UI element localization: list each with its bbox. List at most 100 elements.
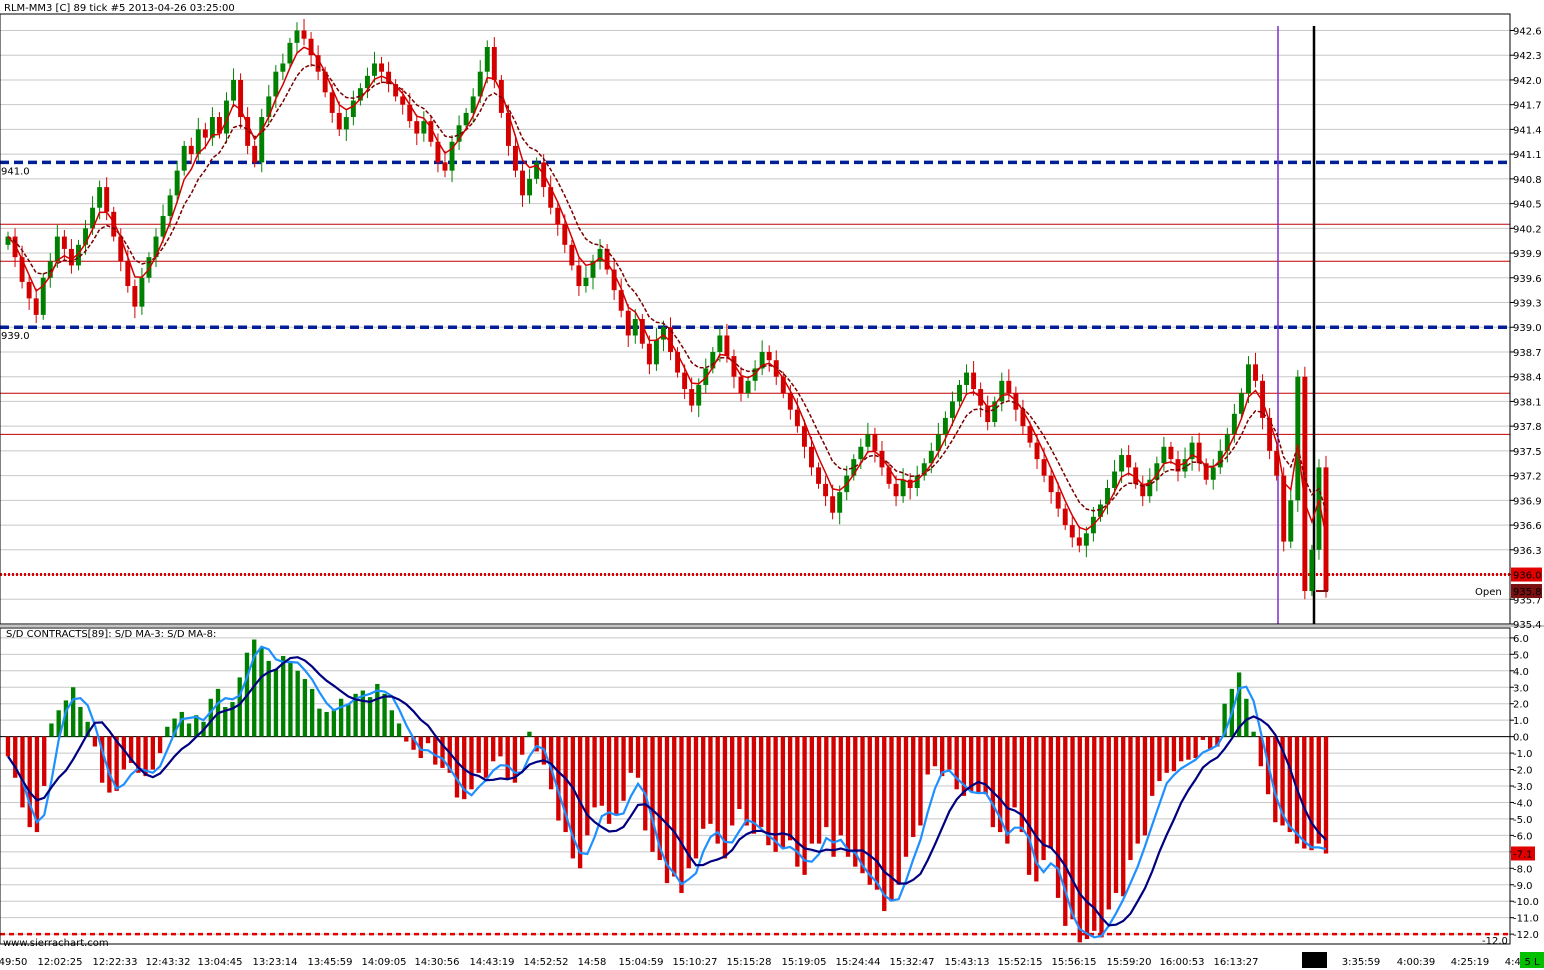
sd-bar-negative bbox=[925, 736, 930, 775]
sd-bar-negative bbox=[780, 736, 786, 849]
candle-down bbox=[125, 261, 131, 287]
price-tick-label: 936.3 bbox=[1513, 546, 1542, 557]
candle-down bbox=[724, 335, 730, 357]
candle-up bbox=[181, 145, 187, 171]
candle-up bbox=[174, 170, 180, 196]
sd-panel-title: S/D CONTRACTS[89]: S/D MA-3: S/D MA-8: bbox=[6, 629, 216, 640]
candle-up bbox=[287, 42, 293, 64]
candle-down bbox=[104, 187, 110, 212]
candle-down bbox=[1006, 380, 1012, 394]
sd-tick-label: -2.0 bbox=[1513, 766, 1533, 777]
candle-down bbox=[26, 281, 32, 299]
time-tick-label: 14:30:56 bbox=[415, 957, 460, 968]
sd-bar-negative bbox=[1287, 736, 1292, 833]
candle-up bbox=[964, 372, 970, 385]
candle-down bbox=[823, 483, 829, 497]
sd-bar-negative bbox=[1048, 736, 1053, 849]
price-tick-label: 942.6 bbox=[1513, 26, 1542, 37]
sd-bar-negative bbox=[1077, 736, 1082, 943]
sd-level-label: -12.0 bbox=[1482, 936, 1508, 947]
price-tick-label: 937.5 bbox=[1513, 447, 1542, 458]
candle-down bbox=[1076, 537, 1082, 546]
candle-down bbox=[1055, 492, 1061, 509]
sd-bar-negative bbox=[976, 736, 981, 793]
sd-tick-label: -12.0 bbox=[1513, 930, 1539, 941]
candle-up bbox=[527, 178, 533, 196]
sd-bar-positive bbox=[208, 698, 213, 737]
candle-up bbox=[900, 479, 906, 497]
sd-bar-negative bbox=[730, 736, 735, 826]
candle-up bbox=[653, 339, 659, 365]
sd-bar-positive bbox=[324, 711, 329, 737]
chart-canvas[interactable]: 941.0 939.0 -12.0 942.6 942.3 942.0 941.7 941.… bbox=[0, 0, 1544, 970]
candle-up bbox=[484, 46, 490, 72]
candle-up bbox=[661, 327, 666, 340]
chart-window: 941.0 939.0 -12.0 942.6 942.3 942.0 941.7 941.… bbox=[0, 0, 1544, 970]
candle-down bbox=[562, 224, 568, 245]
sd-bar-negative bbox=[882, 736, 887, 912]
sd-bar-negative bbox=[643, 736, 648, 831]
sd-bar-negative bbox=[758, 736, 764, 828]
sd-bar-negative bbox=[874, 736, 880, 890]
sd-bar-positive bbox=[259, 647, 264, 737]
sd-bar-positive bbox=[527, 731, 532, 737]
sd-bar-negative bbox=[918, 736, 923, 826]
sd-bar-negative bbox=[454, 736, 460, 798]
sd-bar-negative bbox=[1113, 736, 1119, 893]
sd-bar-negative bbox=[1012, 736, 1017, 808]
sd-bar-negative bbox=[816, 736, 822, 844]
time-tick-label: 15:15:28 bbox=[727, 957, 772, 968]
price-tick-label: 937.2 bbox=[1513, 472, 1542, 483]
candle-down bbox=[336, 112, 342, 130]
sd-bar-negative bbox=[1193, 736, 1198, 759]
time-tick-label: 16:13:27 bbox=[1214, 957, 1259, 968]
sd-bar-negative bbox=[1099, 736, 1104, 938]
sd-bar-negative bbox=[1070, 736, 1075, 920]
open-label: Open bbox=[1475, 587, 1502, 598]
sd-bar-positive bbox=[331, 710, 337, 737]
sd-bar-negative bbox=[585, 736, 590, 836]
time-tick-label: 13:23:14 bbox=[253, 957, 298, 968]
time-tick-label: 16:00:53 bbox=[1160, 957, 1205, 968]
time-tick-label: 14:58 bbox=[578, 957, 607, 968]
price-tick-label: 935.4 bbox=[1513, 620, 1542, 631]
sd-tick-label: -9.0 bbox=[1513, 881, 1533, 892]
sd-bar-negative bbox=[1157, 736, 1162, 782]
price-tick-label: 940.8 bbox=[1513, 175, 1542, 186]
candle-up bbox=[294, 30, 300, 43]
sd-bar-negative bbox=[404, 736, 409, 742]
candle-down bbox=[1253, 364, 1258, 381]
sd-bar-positive bbox=[346, 703, 351, 737]
candle-down bbox=[1034, 442, 1040, 460]
candle-up bbox=[259, 117, 265, 163]
sd-bar-negative bbox=[744, 736, 749, 826]
sd-bar-negative bbox=[853, 736, 858, 867]
sd-bar-negative bbox=[27, 736, 32, 828]
candle-down bbox=[202, 129, 208, 138]
candle-up bbox=[231, 79, 237, 101]
price-tick-label: 941.4 bbox=[1513, 125, 1542, 136]
candle-down bbox=[738, 376, 744, 394]
price-tick-label: 941.1 bbox=[1513, 150, 1542, 161]
time-tick-label: 4:25:19 bbox=[1451, 957, 1490, 968]
candle-down bbox=[971, 372, 977, 390]
candle-up bbox=[343, 117, 349, 130]
candle-down bbox=[830, 496, 836, 513]
candle-up bbox=[632, 319, 638, 336]
sd-bar-negative bbox=[809, 736, 815, 844]
watermark: www.sierrachart.com bbox=[3, 938, 109, 949]
sd-bar-negative bbox=[491, 736, 496, 762]
sd-bar-negative bbox=[679, 736, 684, 893]
candle-down bbox=[646, 343, 652, 365]
candle-down bbox=[555, 207, 561, 225]
sd-bar-positive bbox=[317, 708, 322, 737]
sd-bar-negative bbox=[903, 736, 909, 857]
candle-up bbox=[160, 215, 166, 237]
level-price-badge-text: 936.0 bbox=[1513, 571, 1542, 582]
blue-level-label: 941.0 bbox=[1, 166, 30, 177]
status-badge-text: 5 L bbox=[1524, 957, 1540, 968]
sd-bar-negative bbox=[1273, 736, 1278, 823]
candle-down bbox=[252, 145, 258, 163]
time-tick-label: 15:32:47 bbox=[890, 957, 935, 968]
sd-bar-negative bbox=[932, 736, 938, 767]
